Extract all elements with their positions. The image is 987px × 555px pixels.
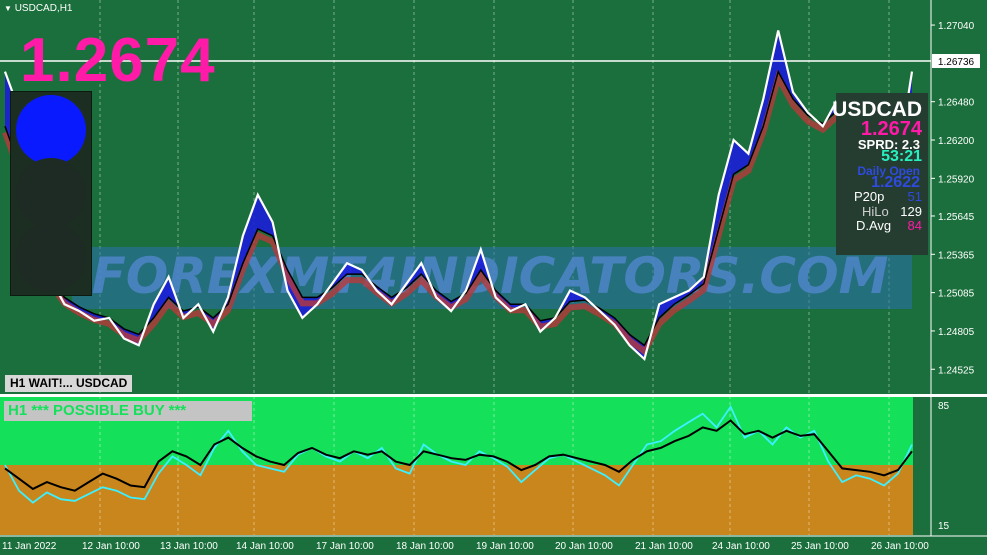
traffic-light-off-icon <box>16 158 86 228</box>
current-price-tag-text: 1.26736 <box>938 57 975 68</box>
info-panel: USDCAD 1.2674 SPRD: 2.3 53:21 Daily Open… <box>832 93 928 255</box>
time-tick-label: 20 Jan 10:00 <box>555 541 613 552</box>
time-tick-label: 21 Jan 10:00 <box>635 541 693 552</box>
time-tick-label: 14 Jan 10:00 <box>236 541 294 552</box>
status-wait-label: H1 WAIT!... USDCAD <box>5 375 133 392</box>
traffic-light-off-icon <box>16 222 86 292</box>
time-tick-label: 19 Jan 10:00 <box>476 541 534 552</box>
panel-divider <box>0 394 987 397</box>
time-tick-label: 12 Jan 10:00 <box>82 541 140 552</box>
price-tick-label: 1.27040 <box>938 21 975 32</box>
symbol-label-text: USDCAD,H1 <box>14 3 73 14</box>
info-row-value: 129 <box>900 204 922 219</box>
price-tick-label: 1.25085 <box>938 289 975 300</box>
oscillator-lower-zone <box>0 465 913 535</box>
status-signal-label: H1 *** POSSIBLE BUY *** <box>4 401 252 421</box>
time-tick-label: 25 Jan 10:00 <box>791 541 849 552</box>
info-row: P20p 51 <box>854 189 922 204</box>
price-axis-labels: 1.27040 1.26480 1.26200 1.25920 1.25645 1.253… <box>931 21 975 532</box>
info-row: HiLo 129 <box>862 204 922 219</box>
watermark-layer: FOREXMT4INDICATORS.COM <box>72 247 912 309</box>
time-tick-label: 24 Jan 10:00 <box>712 541 770 552</box>
info-row: D.Avg 84 <box>856 218 922 233</box>
info-row-label: HiLo <box>862 204 889 219</box>
time-tick-label: 11 Jan 2022 <box>2 541 57 552</box>
time-tick-label: 18 Jan 10:00 <box>396 541 454 552</box>
time-tick-label: 13 Jan 10:00 <box>160 541 218 552</box>
price-tick-label: 1.24805 <box>938 327 975 338</box>
price-tick-label: 1.25365 <box>938 250 975 261</box>
traffic-light-on-icon <box>16 95 86 165</box>
info-row-value: 51 <box>907 189 922 204</box>
price-tick-label: 1.24525 <box>938 365 975 376</box>
traffic-light <box>10 91 92 296</box>
oscillator-tick-label: 85 <box>938 401 950 412</box>
oscillator-tick-label: 15 <box>938 521 950 532</box>
info-row-label: D.Avg <box>856 218 892 233</box>
time-tick-label: 26 Jan 10:00 <box>871 541 929 552</box>
price-tick-label: 1.26480 <box>938 98 975 109</box>
price-tick-label: 1.25920 <box>938 174 975 185</box>
big-price: 1.2674 <box>20 26 216 95</box>
price-tick-label: 1.25645 <box>938 212 975 223</box>
dropdown-triangle-icon[interactable]: ▼ <box>4 4 12 13</box>
info-row-value: 84 <box>907 218 922 233</box>
symbol-label: ▼ USDCAD,H1 <box>4 3 73 14</box>
time-axis-labels: 11 Jan 2022 12 Jan 10:00 13 Jan 10:00 14 Ja… <box>2 541 929 552</box>
price-tick-label: 1.26200 <box>938 136 975 147</box>
time-tick-label: 17 Jan 10:00 <box>316 541 374 552</box>
info-row-label: P20p <box>854 189 885 204</box>
